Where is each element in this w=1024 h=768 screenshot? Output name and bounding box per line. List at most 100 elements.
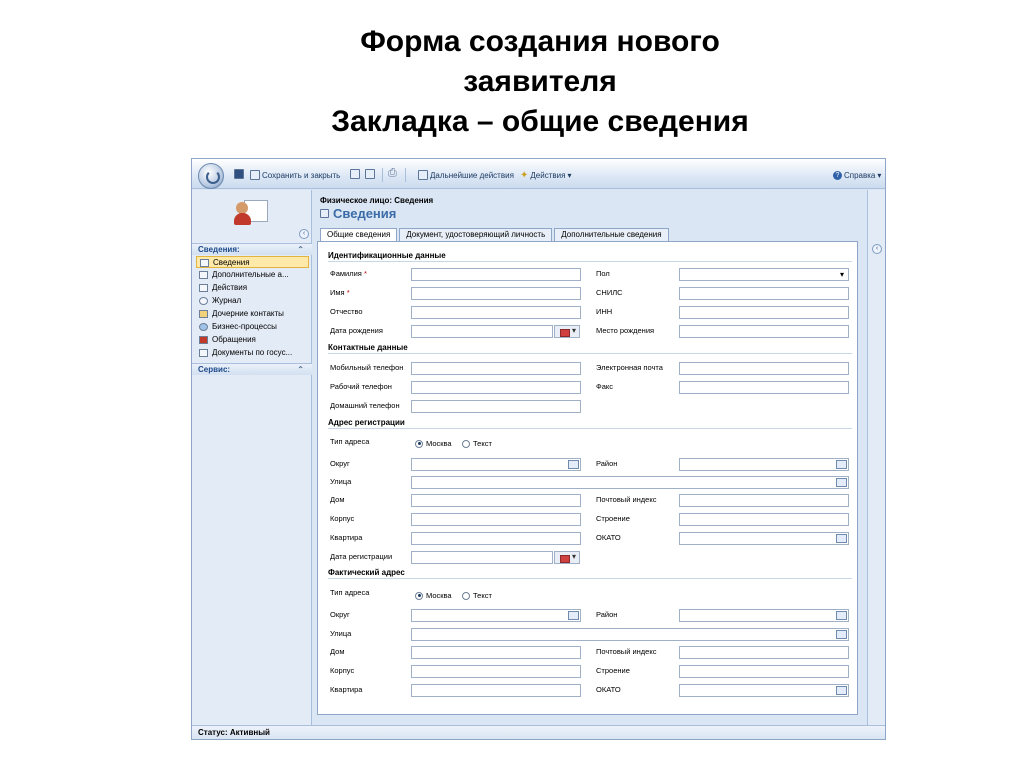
act-korpus-input[interactable]	[411, 665, 581, 678]
act-building-input[interactable]	[679, 665, 849, 678]
left-nav-pane: ‹ Сведения: ⌃ Сведения Дополнительные а.…	[192, 190, 312, 725]
radio-checked-icon	[415, 591, 423, 600]
save-new-icon[interactable]	[350, 169, 360, 179]
actions-menu[interactable]: ✦ Действия ▾	[520, 169, 571, 181]
name-input[interactable]	[411, 287, 581, 300]
save-close-button[interactable]: Сохранить и закрыть	[250, 169, 340, 181]
reg-apartment-label: Квартира	[330, 533, 363, 542]
lookup-icon[interactable]	[836, 630, 847, 639]
act-addr-type-text[interactable]: Текст	[462, 591, 492, 600]
act-district-input[interactable]	[679, 609, 849, 622]
birth-date-label: Дата рождения	[330, 326, 383, 335]
snils-input[interactable]	[679, 287, 849, 300]
sidebar-item-actions[interactable]: Действия	[196, 282, 309, 294]
sidebar-item-business-processes[interactable]: Бизнес-процессы	[196, 321, 309, 333]
birth-place-input[interactable]	[679, 325, 849, 338]
further-actions-button[interactable]: Дальнейшие действия	[418, 169, 514, 181]
tab-additional[interactable]: Дополнительные сведения	[554, 228, 669, 241]
sidebar-item-child-contacts[interactable]: Дочерние контакты	[196, 308, 309, 320]
reg-okato-input[interactable]	[679, 532, 849, 545]
birth-date-input[interactable]	[411, 325, 553, 338]
save-icon[interactable]	[234, 169, 244, 179]
calendar-icon[interactable]	[554, 551, 580, 564]
calendar-icon[interactable]	[554, 325, 580, 338]
patronymic-input[interactable]	[411, 306, 581, 319]
inn-input[interactable]	[679, 306, 849, 319]
lookup-icon[interactable]	[836, 534, 847, 543]
sidebar-item-label: Действия	[212, 283, 248, 292]
sidebar-item-journal[interactable]: Журнал	[196, 295, 309, 307]
act-apartment-input[interactable]	[411, 684, 581, 697]
act-street-input[interactable]	[411, 628, 849, 641]
chevron-up-icon: ⌃	[297, 245, 304, 254]
actions-icon	[199, 284, 208, 292]
fax-input[interactable]	[679, 381, 849, 394]
snils-label: СНИЛС	[596, 288, 623, 297]
lookup-icon[interactable]	[568, 460, 579, 469]
status-bar: Статус: Активный	[192, 725, 885, 739]
reg-building-input[interactable]	[679, 513, 849, 526]
toolbar-separator	[405, 168, 406, 182]
attach-icon[interactable]: ⎙	[388, 167, 397, 180]
act-street-label: Улица	[330, 629, 352, 638]
page-title-text: Сведения	[333, 206, 397, 221]
act-addr-type-moscow[interactable]: Москва	[415, 591, 452, 600]
reg-street-input[interactable]	[411, 476, 849, 489]
reg-apartment-input[interactable]	[411, 532, 581, 545]
act-house-label: Дом	[330, 647, 345, 656]
print-icon[interactable]	[365, 169, 375, 179]
reg-district-input[interactable]	[679, 458, 849, 471]
slide-title-line-1: Форма создания нового	[360, 25, 720, 58]
nav-section-service[interactable]: Сервис: ⌃	[192, 363, 312, 375]
form-panel: Идентификационные данные Фамилия * Пол ▾…	[317, 241, 858, 715]
lookup-icon[interactable]	[836, 686, 847, 695]
lookup-icon[interactable]	[836, 460, 847, 469]
home-phone-input[interactable]	[411, 400, 581, 413]
sidebar-item-requests[interactable]: Обращения	[196, 334, 309, 346]
main-content: Физическое лицо: Сведения Сведения Общие…	[312, 190, 867, 725]
section-contact: Контактные данные	[328, 342, 852, 354]
reg-date-input[interactable]	[411, 551, 553, 564]
reg-addr-type-text[interactable]: Текст	[462, 439, 492, 448]
radio-unchecked-icon	[462, 439, 470, 448]
act-house-input[interactable]	[411, 646, 581, 659]
act-postcode-input[interactable]	[679, 646, 849, 659]
sidebar-item-additional[interactable]: Дополнительные а...	[196, 269, 309, 281]
nav-section-info[interactable]: Сведения: ⌃	[192, 243, 312, 255]
collapse-left-icon[interactable]: ‹	[299, 229, 309, 239]
reg-addr-type-moscow[interactable]: Москва	[415, 439, 452, 448]
entity-caption: Физическое лицо: Сведения	[320, 196, 434, 205]
sidebar-item-label: Журнал	[212, 296, 242, 305]
mobile-input[interactable]	[411, 362, 581, 375]
email-input[interactable]	[679, 362, 849, 375]
sex-label: Пол	[596, 269, 610, 278]
act-korpus-label: Корпус	[330, 666, 355, 675]
act-okato-input[interactable]	[679, 684, 849, 697]
sidebar-item-gov-documents[interactable]: Документы по госус...	[196, 347, 309, 359]
lookup-icon[interactable]	[836, 478, 847, 487]
sidebar-item-info[interactable]: Сведения	[196, 256, 309, 268]
contacts-icon	[199, 310, 208, 318]
app-menu-orb-icon[interactable]	[198, 163, 224, 189]
act-okrug-input[interactable]	[411, 609, 581, 622]
lookup-icon[interactable]	[836, 611, 847, 620]
contact-avatar-icon	[234, 198, 268, 226]
edit-icon	[320, 209, 329, 218]
reg-postcode-input[interactable]	[679, 494, 849, 507]
sidebar-item-label: Дочерние контакты	[212, 309, 284, 318]
expand-right-icon[interactable]: ‹	[872, 244, 882, 254]
sidebar-item-label: Документы по госус...	[212, 348, 293, 357]
reg-korpus-label: Корпус	[330, 514, 355, 523]
tab-general[interactable]: Общие сведения	[320, 228, 398, 241]
sex-select[interactable]: ▾	[679, 268, 849, 281]
lookup-icon[interactable]	[568, 611, 579, 620]
reg-house-input[interactable]	[411, 494, 581, 507]
work-phone-input[interactable]	[411, 381, 581, 394]
help-menu[interactable]: ? Справка ▾	[833, 169, 881, 181]
reg-okrug-input[interactable]	[411, 458, 581, 471]
surname-input[interactable]	[411, 268, 581, 281]
surname-label: Фамилия *	[330, 269, 367, 278]
tab-identity-document[interactable]: Документ, удостоверяющий личность	[399, 228, 553, 241]
home-phone-label: Домашний телефон	[330, 401, 400, 410]
reg-korpus-input[interactable]	[411, 513, 581, 526]
